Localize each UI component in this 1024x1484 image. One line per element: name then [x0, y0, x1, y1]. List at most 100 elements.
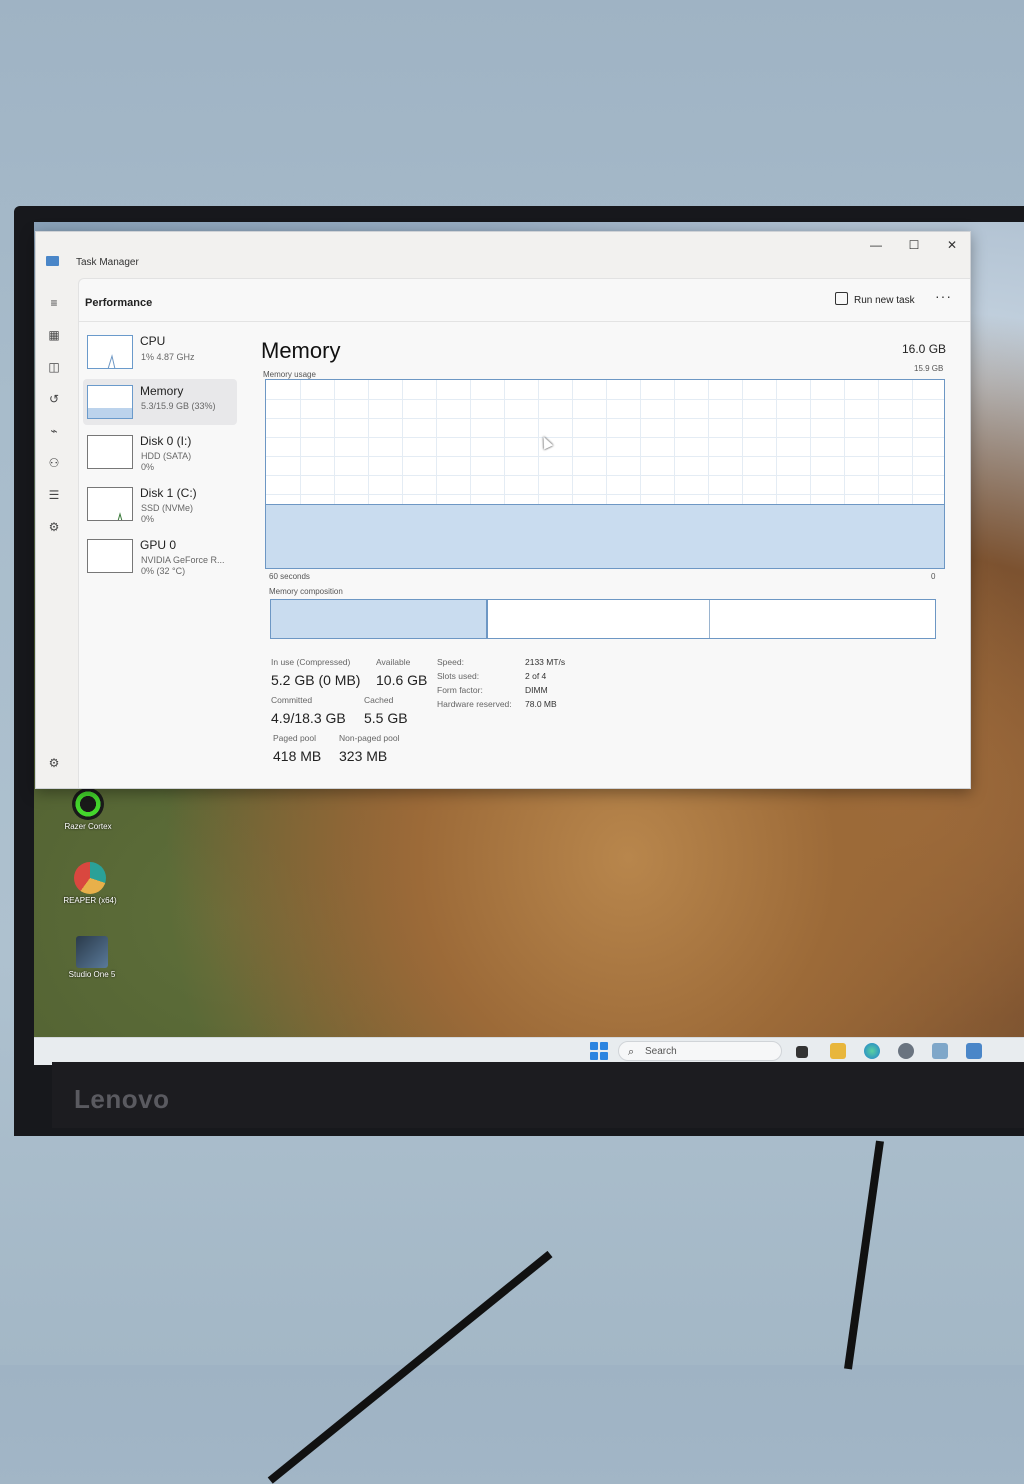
processes-icon[interactable]: ▦ — [46, 328, 62, 342]
memory-composition-bar — [270, 599, 936, 639]
app-history-icon[interactable]: ↺ — [46, 392, 62, 406]
razer-cortex-icon — [72, 788, 104, 820]
main-content: Performance Run new task ··· CPU 1% 4.87… — [78, 278, 970, 788]
users-icon[interactable]: ⚇ — [46, 456, 62, 470]
composition-in-use — [271, 600, 488, 638]
perf-item-disk-1[interactable]: Disk 1 (C:) SSD (NVMe) 0% — [83, 481, 237, 527]
in-use-value: 5.2 GB (0 MB) — [271, 672, 361, 688]
graph-gridline — [266, 475, 944, 476]
minimize-button[interactable]: — — [866, 238, 886, 252]
disk-0-thumbnail — [87, 435, 133, 469]
perf-item-cpu[interactable]: CPU 1% 4.87 GHz — [83, 329, 237, 375]
perf-item-detail: SSD (NVMe) — [141, 503, 194, 513]
task-view-icon[interactable] — [796, 1046, 808, 1058]
start-button[interactable] — [590, 1042, 608, 1060]
taskbar-search[interactable]: ⌕ Search — [618, 1041, 782, 1061]
memory-usage-max: 15.9 GB — [914, 364, 944, 373]
remote-desktop-icon[interactable] — [932, 1043, 948, 1059]
run-new-task-button[interactable]: Run new task — [835, 292, 915, 306]
edge-icon[interactable] — [864, 1043, 880, 1059]
more-options-button[interactable]: ··· — [935, 288, 952, 304]
file-explorer-icon[interactable] — [830, 1043, 846, 1059]
memory-composition-label: Memory composition — [269, 587, 343, 596]
graph-axis-right: 0 — [931, 572, 936, 581]
maximize-button[interactable]: ☐ — [904, 238, 924, 252]
spec-key: Form factor: — [437, 685, 483, 695]
paged-pool-value: 418 MB — [273, 748, 322, 764]
spec-value: 2 of 4 — [525, 671, 547, 681]
perf-item-detail: HDD (SATA) — [141, 451, 192, 461]
perf-item-name: Disk 1 (C:) — [140, 486, 197, 500]
services-icon[interactable]: ⚙ — [46, 520, 62, 534]
desktop-icon-label: REAPER (x64) — [63, 896, 117, 905]
gpu-0-thumbnail — [87, 539, 133, 573]
hamburger-menu-icon[interactable]: ≡ — [46, 296, 62, 310]
nonpaged-pool-label: Non-paged pool — [339, 733, 400, 743]
graph-axis-left: 60 seconds — [269, 572, 310, 581]
memory-total: 16.0 GB — [902, 342, 947, 356]
available-label: Available — [376, 657, 411, 667]
desktop-icon-studio-one[interactable]: Studio One 5 — [62, 936, 122, 979]
spec-value: 78.0 MB — [525, 699, 557, 709]
perf-item-memory[interactable]: Memory 5.3/15.9 GB (33%) — [83, 379, 237, 425]
settings-gear-icon[interactable] — [898, 1043, 914, 1059]
memory-thumbnail — [87, 385, 133, 419]
windows-logo-icon — [590, 1042, 598, 1050]
graph-gridline — [266, 418, 944, 419]
memory-title: Memory — [261, 338, 341, 363]
page-title: Performance — [85, 297, 153, 309]
perf-item-disk-0[interactable]: Disk 0 (I:) HDD (SATA) 0% — [83, 429, 237, 475]
perf-item-detail: 5.3/15.9 GB (33%) — [141, 401, 216, 411]
window-title: Task Manager — [76, 257, 139, 268]
perf-item-usage: 0% (32 °C) — [141, 566, 186, 576]
available-value: 10.6 GB — [376, 672, 428, 688]
details-icon[interactable]: ☰ — [46, 488, 62, 502]
startup-apps-icon[interactable]: ⌁ — [46, 424, 62, 438]
memory-usage-label: Memory usage — [263, 370, 316, 379]
perf-item-gpu-0[interactable]: GPU 0 NVIDIA GeForce R... 0% (32 °C) — [83, 533, 237, 579]
monitor-chin — [52, 1062, 1024, 1128]
spec-key: Slots used: — [437, 671, 480, 681]
header-divider — [79, 321, 970, 322]
perf-item-name: Memory — [140, 384, 184, 398]
in-use-label: In use (Compressed) — [271, 657, 351, 667]
committed-label: Committed — [271, 695, 313, 705]
memory-thumbnail-fill — [88, 408, 132, 418]
composition-divider — [709, 600, 710, 638]
cpu-sparkline — [107, 354, 116, 368]
desktop-icon-label: Studio One 5 — [68, 970, 116, 979]
cached-label: Cached — [364, 695, 394, 705]
close-button[interactable]: ✕ — [942, 238, 962, 252]
task-manager-app-icon — [46, 256, 59, 266]
task-manager-window: Task Manager — ☐ ✕ ≡ ▦ ◫ ↺ ⌁ ⚇ ☰ ⚙ ⚙ Per… — [35, 231, 971, 789]
cable — [844, 1140, 884, 1370]
studio-one-icon — [76, 936, 108, 968]
cached-value: 5.5 GB — [364, 710, 408, 726]
perf-item-detail: 1% 4.87 GHz — [141, 352, 195, 362]
settings-icon[interactable]: ⚙ — [46, 756, 62, 770]
performance-icon[interactable]: ◫ — [46, 360, 62, 374]
search-placeholder: Search — [645, 1046, 677, 1057]
committed-value: 4.9/18.3 GB — [271, 710, 346, 726]
graph-gridline — [266, 399, 944, 400]
reaper-icon — [74, 862, 106, 894]
paged-pool-label: Paged pool — [273, 733, 317, 743]
spec-value: DIMM — [525, 685, 548, 695]
perf-item-usage: 0% — [141, 514, 155, 524]
desktop-icon-label: Razer Cortex — [64, 822, 112, 831]
spec-key: Speed: — [437, 657, 464, 667]
cpu-thumbnail — [87, 335, 133, 369]
run-new-task-label: Run new task — [854, 295, 915, 306]
monitor-logo: Lenovo — [74, 1084, 170, 1114]
title-bar[interactable]: Task Manager — ☐ ✕ — [36, 232, 970, 276]
graph-gridline — [266, 437, 944, 438]
desktop-icon-reaper[interactable]: REAPER (x64) — [60, 862, 120, 905]
perf-item-detail: NVIDIA GeForce R... — [141, 555, 225, 565]
perf-item-name: GPU 0 — [140, 538, 177, 552]
disk-1-sparkline — [117, 512, 123, 520]
task-manager-taskbar-icon[interactable] — [966, 1043, 982, 1059]
graph-gridline — [266, 456, 944, 457]
desktop-icon-razer-cortex[interactable]: Razer Cortex — [58, 788, 118, 831]
graph-gridline — [266, 494, 944, 495]
memory-usage-graph — [265, 379, 945, 569]
